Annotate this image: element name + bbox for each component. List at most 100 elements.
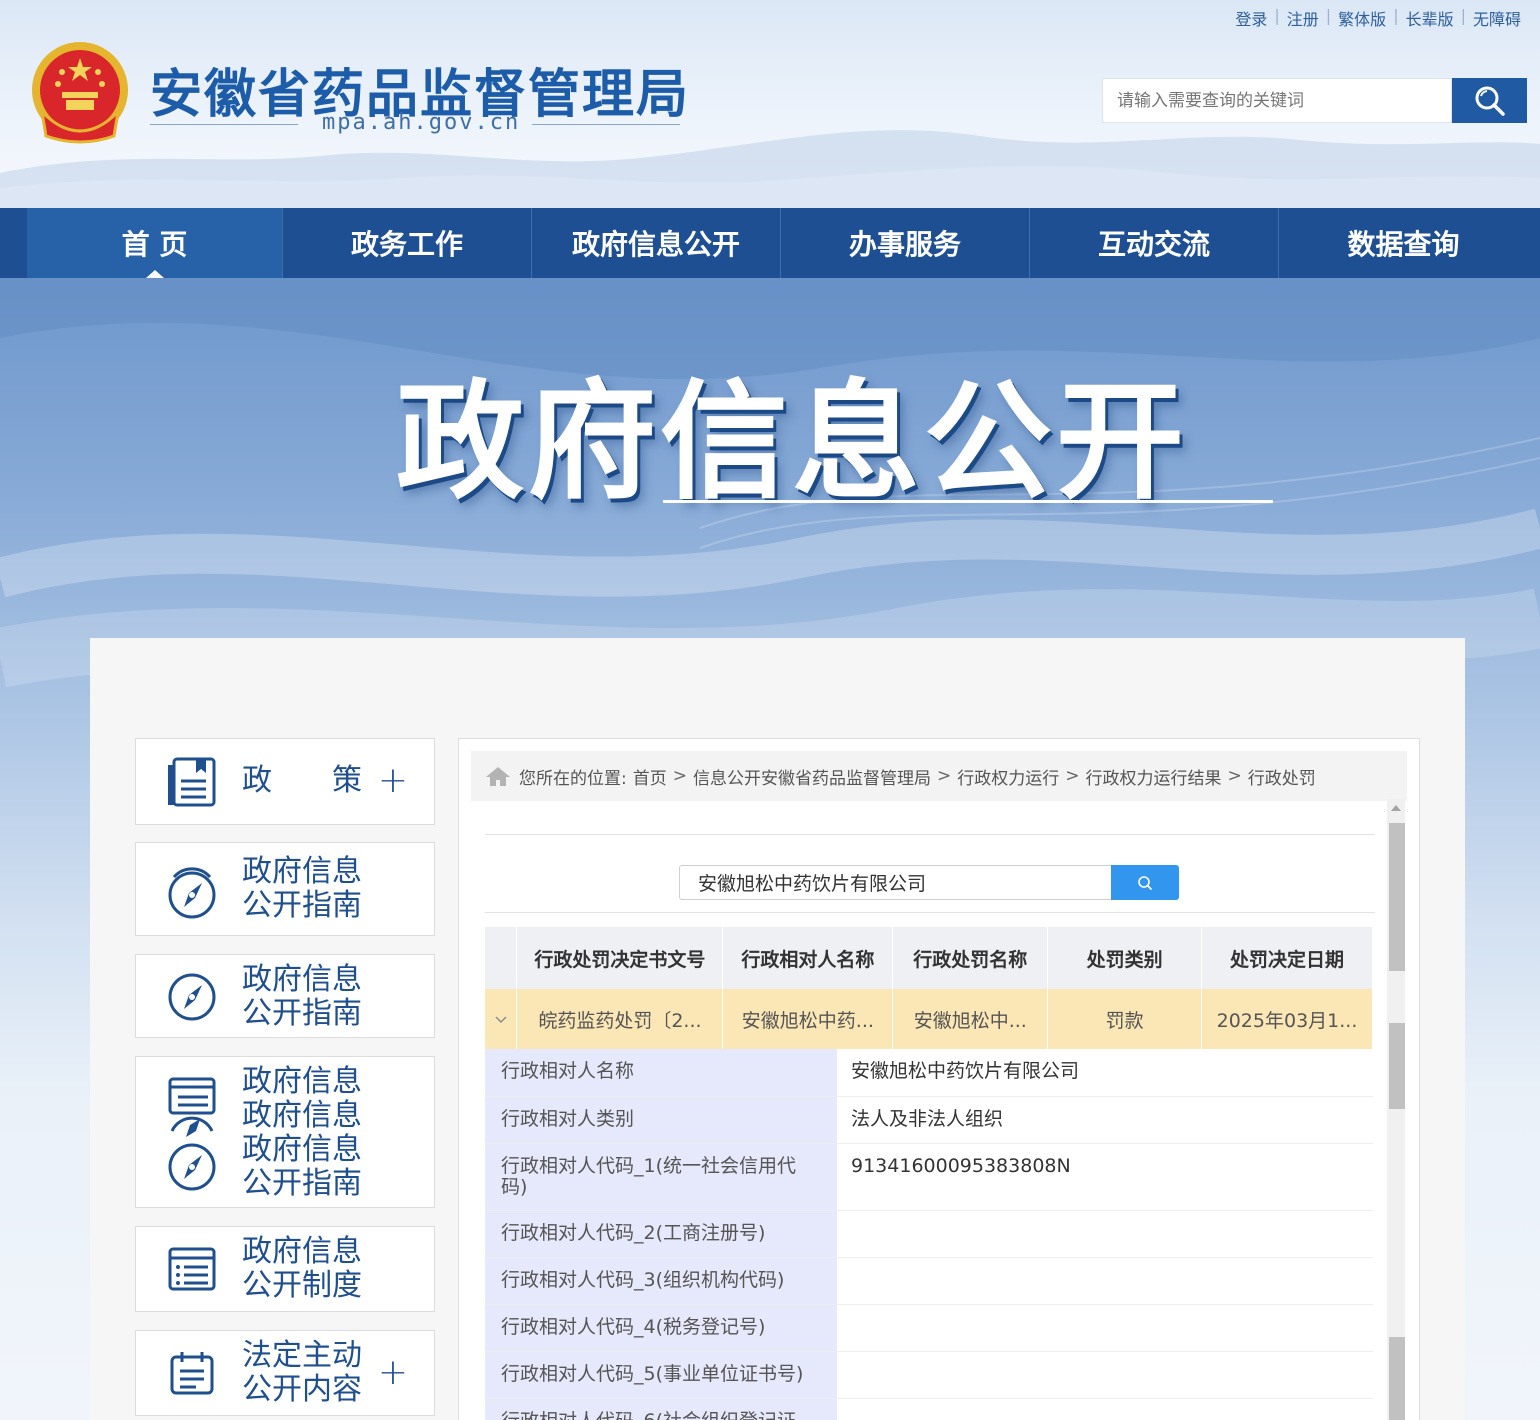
site-url: mpa.ah.gov.cn bbox=[322, 110, 521, 135]
sidebar-item-guide-2[interactable]: 政府信息 公开指南 bbox=[135, 954, 435, 1038]
scroll-up-arrow-icon[interactable] bbox=[1391, 805, 1401, 811]
detail-row: 行政相对人代码_2(工商注册号) bbox=[485, 1210, 1373, 1258]
table-cell: 安徽旭松中... bbox=[892, 989, 1049, 1049]
detail-table: 行政相对人名称 安徽旭松中药饮片有限公司 行政相对人类别 法人及非法人组织 行政… bbox=[485, 1049, 1373, 1420]
sidebar-item-system[interactable]: 政府信息 公开制度 bbox=[135, 1226, 435, 1312]
table-cell: 2025年03月1... bbox=[1201, 989, 1373, 1049]
main-panel: 政 策 + 政府信息 公开指南 政府信息 公开指南 政府信息 政府信息 政府信息… bbox=[90, 638, 1465, 1420]
breadcrumb-item[interactable]: 行政权力运行 bbox=[957, 764, 1059, 789]
detail-value bbox=[837, 1210, 1373, 1258]
nav-services[interactable]: 办事服务 bbox=[781, 208, 1030, 278]
sidebar-item-label: 政府信息 公开指南 bbox=[242, 962, 362, 1031]
login-link[interactable]: 登录 bbox=[1228, 6, 1274, 30]
detail-value bbox=[837, 1257, 1373, 1305]
table-row[interactable]: 皖药监药处罚〔2... 安徽旭松中药... 安徽旭松中... 罚款 2025年0… bbox=[485, 989, 1373, 1049]
table-header-row: 行政处罚决定书文号 行政相对人名称 行政处罚名称 处罚类别 处罚决定日期 bbox=[485, 927, 1373, 989]
accessibility-link[interactable]: 无障碍 bbox=[1466, 6, 1528, 30]
compass-icon bbox=[168, 973, 216, 1021]
detail-value: 91341600095383808N bbox=[837, 1143, 1373, 1211]
site-search-button[interactable] bbox=[1452, 78, 1527, 123]
detail-value: 法人及非法人组织 bbox=[837, 1096, 1373, 1144]
scrollbar-thumb[interactable] bbox=[1389, 823, 1405, 971]
detail-key: 行政相对人代码_5(事业单位证书号) bbox=[485, 1351, 837, 1399]
top-links: 登录 | 注册 | 繁体版 | 长辈版 | 无障碍 bbox=[1228, 6, 1528, 30]
breadcrumb-item[interactable]: 行政处罚 bbox=[1248, 764, 1316, 789]
sidebar-item-policy[interactable]: 政 策 + bbox=[135, 738, 435, 825]
company-search-button[interactable] bbox=[1111, 865, 1179, 900]
banner-title: 政府信息公开 bbox=[396, 368, 1189, 517]
sidebar-item-label: 政府信息 公开指南 bbox=[242, 854, 362, 923]
column-header-expand bbox=[485, 927, 518, 989]
table-cell: 安徽旭松中药... bbox=[722, 989, 894, 1049]
breadcrumb-separator: > bbox=[1227, 766, 1242, 786]
sidebar-item-guide-1[interactable]: 政府信息 公开指南 bbox=[135, 842, 435, 936]
detail-value: 安徽旭松中药饮片有限公司 bbox=[837, 1049, 1373, 1097]
vertical-scrollbar[interactable] bbox=[1387, 799, 1405, 1420]
elder-mode-link[interactable]: 长辈版 bbox=[1399, 6, 1461, 30]
nav-home[interactable]: 首 页 bbox=[27, 208, 283, 278]
company-search-input[interactable] bbox=[679, 865, 1111, 900]
breadcrumb-prefix: 您所在的位置: bbox=[519, 768, 627, 789]
site-header: 登录 | 注册 | 繁体版 | 长辈版 | 无障碍 安徽省药品监督管理局 mpa.ah.… bbox=[0, 0, 1540, 208]
scrollbar-thumb[interactable] bbox=[1389, 1023, 1405, 1109]
column-header: 行政相对人名称 bbox=[722, 927, 894, 989]
compass-icon bbox=[168, 867, 216, 919]
detail-value bbox=[837, 1398, 1373, 1420]
clipboard-icon bbox=[170, 1352, 214, 1395]
site-search-input[interactable] bbox=[1102, 78, 1452, 123]
detail-value bbox=[837, 1351, 1373, 1399]
column-header: 处罚类别 bbox=[1047, 927, 1203, 989]
column-header: 行政处罚名称 bbox=[892, 927, 1049, 989]
divider bbox=[485, 912, 1375, 913]
result-table: 行政处罚决定书文号 行政相对人名称 行政处罚名称 处罚类别 处罚决定日期 皖药监… bbox=[485, 927, 1373, 1049]
nav-data-query[interactable]: 数据查询 bbox=[1279, 208, 1528, 278]
detail-key: 行政相对人代码_2(工商注册号) bbox=[485, 1210, 837, 1258]
breadcrumb-item[interactable]: 首页 bbox=[633, 764, 667, 789]
document-icon bbox=[168, 757, 216, 807]
home-icon bbox=[486, 767, 510, 786]
sidebar-item-statutory[interactable]: 法定主动 公开内容 + bbox=[135, 1330, 435, 1416]
detail-value bbox=[837, 1304, 1373, 1352]
detail-key: 行政相对人代码_3(组织机构代码) bbox=[485, 1257, 837, 1305]
chevron-down-icon bbox=[495, 1016, 507, 1023]
sidebar-item-guide-3[interactable]: 政府信息 政府信息 政府信息 公开指南 bbox=[135, 1056, 435, 1208]
sidebar-item-label: 政府信息 公开制度 bbox=[242, 1234, 362, 1303]
column-header: 处罚决定日期 bbox=[1201, 927, 1373, 989]
list-icon bbox=[168, 1247, 216, 1291]
traditional-link[interactable]: 繁体版 bbox=[1331, 6, 1393, 30]
detail-row: 行政相对人代码_6(社会组织登记证 bbox=[485, 1398, 1373, 1420]
detail-key: 行政相对人代码_6(社会组织登记证 bbox=[485, 1398, 837, 1420]
expand-plus-icon[interactable]: + bbox=[378, 1355, 408, 1391]
detail-row: 行政相对人代码_4(税务登记号) bbox=[485, 1304, 1373, 1352]
table-cell: 皖药监药处罚〔2... bbox=[516, 989, 724, 1049]
detail-row: 行政相对人代码_5(事业单位证书号) bbox=[485, 1351, 1373, 1399]
sidebar-item-label: 政府信息 政府信息 政府信息 公开指南 bbox=[242, 1064, 362, 1201]
banner-underline bbox=[663, 500, 1273, 503]
detail-key: 行政相对人代码_4(税务登记号) bbox=[485, 1304, 837, 1352]
expand-plus-icon[interactable]: + bbox=[378, 763, 408, 799]
content-area: 您所在的位置: 首页 > 信息公开安徽省药品监督管理局 > 行政权力运行 > 行… bbox=[458, 738, 1420, 1420]
detail-key: 行政相对人名称 bbox=[485, 1049, 837, 1097]
breadcrumb-separator: > bbox=[936, 766, 952, 786]
nav-information-disclosure[interactable]: 政府信息公开 bbox=[532, 208, 781, 278]
scrollbar-thumb[interactable] bbox=[1389, 1337, 1405, 1420]
expand-toggle[interactable] bbox=[485, 989, 518, 1049]
breadcrumb-item[interactable]: 信息公开安徽省药品监督管理局 bbox=[693, 764, 931, 789]
breadcrumb-separator: > bbox=[672, 766, 687, 786]
sidebar-item-label: 政 策 bbox=[242, 763, 362, 798]
nav-government-affairs[interactable]: 政务工作 bbox=[283, 208, 532, 278]
detail-row: 行政相对人类别 法人及非法人组织 bbox=[485, 1096, 1373, 1144]
nav-interaction[interactable]: 互动交流 bbox=[1030, 208, 1279, 278]
table-cell: 罚款 bbox=[1047, 989, 1203, 1049]
main-nav: 首 页 政务工作 政府信息公开 办事服务 互动交流 数据查询 bbox=[0, 208, 1540, 278]
breadcrumb-separator: > bbox=[1065, 766, 1080, 786]
register-link[interactable]: 注册 bbox=[1280, 6, 1326, 30]
search-icon bbox=[1475, 86, 1505, 116]
breadcrumb: 您所在的位置: 首页 > 信息公开安徽省药品监督管理局 > 行政权力运行 > 行… bbox=[471, 751, 1407, 801]
breadcrumb-item[interactable]: 行政权力运行结果 bbox=[1085, 764, 1221, 789]
stacked-menu-icon bbox=[168, 1077, 216, 1191]
detail-row: 行政相对人代码_3(组织机构代码) bbox=[485, 1257, 1373, 1305]
column-header: 行政处罚决定书文号 bbox=[516, 927, 724, 989]
detail-key: 行政相对人代码_1(统一社会信用代码) bbox=[485, 1143, 837, 1211]
detail-row: 行政相对人名称 安徽旭松中药饮片有限公司 bbox=[485, 1049, 1373, 1097]
